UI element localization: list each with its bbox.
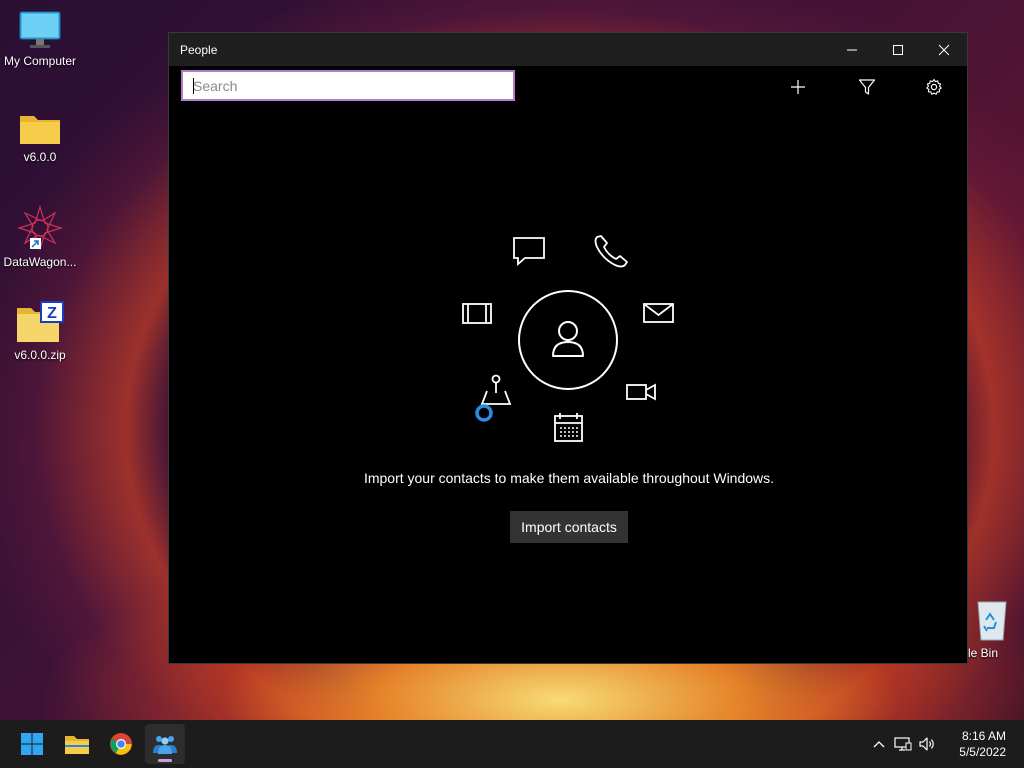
chrome-icon bbox=[110, 733, 132, 755]
contact-avatar-icon bbox=[518, 290, 618, 390]
file-explorer-icon bbox=[65, 736, 89, 754]
map-pin-icon bbox=[480, 374, 512, 405]
system-tray bbox=[868, 720, 938, 768]
phone-icon bbox=[594, 235, 628, 268]
desktop-icon-label: v6.0.0.zip bbox=[14, 348, 66, 362]
desktop-icon-label: cle Bin bbox=[962, 646, 999, 660]
desktop-icon-folder[interactable]: v6.0.0 bbox=[0, 110, 80, 164]
datawagon-logo-icon bbox=[16, 204, 64, 252]
start-button[interactable] bbox=[12, 724, 52, 764]
video-camera-icon bbox=[626, 383, 656, 401]
chevron-up-icon[interactable] bbox=[868, 740, 890, 748]
svg-text:Z: Z bbox=[47, 305, 57, 322]
monitor-icon bbox=[18, 10, 62, 50]
volume-icon[interactable] bbox=[916, 736, 938, 752]
desktop-icon-label: DataWagon... bbox=[3, 255, 77, 269]
import-contacts-button[interactable]: Import contacts bbox=[510, 511, 628, 543]
mail-icon bbox=[643, 303, 674, 323]
desktop-icon-label: My Computer bbox=[3, 54, 77, 68]
clock-date: 5/5/2022 bbox=[959, 745, 1006, 759]
recycle-bin-icon bbox=[974, 596, 1010, 642]
calendar-icon bbox=[554, 413, 583, 442]
taskbar-clock[interactable]: 8:16 AM 5/5/2022 bbox=[959, 728, 1006, 760]
clock-time: 8:16 AM bbox=[961, 729, 1006, 743]
people-illustration bbox=[462, 235, 674, 442]
desktop-icon-label: v6.0.0 bbox=[23, 150, 57, 164]
chat-bubble-icon bbox=[513, 237, 545, 266]
desktop-icon-datawagon[interactable]: DataWagon... bbox=[0, 204, 80, 269]
windows-logo-icon bbox=[21, 733, 43, 755]
desktop-icon-my-computer[interactable]: My Computer bbox=[0, 10, 80, 68]
people-window: People Search Import your contacts to ma… bbox=[168, 32, 968, 664]
film-icon bbox=[462, 303, 492, 324]
desktop-icon-zip[interactable]: Z v6.0.0.zip bbox=[0, 300, 80, 362]
import-message: Import your contacts to make them availa… bbox=[363, 470, 775, 486]
network-icon[interactable] bbox=[890, 736, 916, 752]
zip-archive-icon: Z bbox=[15, 300, 65, 344]
taskbar-chrome[interactable] bbox=[101, 724, 141, 764]
loading-cursor-icon bbox=[475, 404, 493, 422]
taskbar-people[interactable] bbox=[145, 724, 185, 764]
people-app-icon bbox=[153, 736, 177, 754]
taskbar: 8:16 AM 5/5/2022 bbox=[0, 720, 1024, 768]
folder-icon bbox=[18, 110, 62, 146]
taskbar-file-explorer[interactable] bbox=[57, 724, 97, 764]
